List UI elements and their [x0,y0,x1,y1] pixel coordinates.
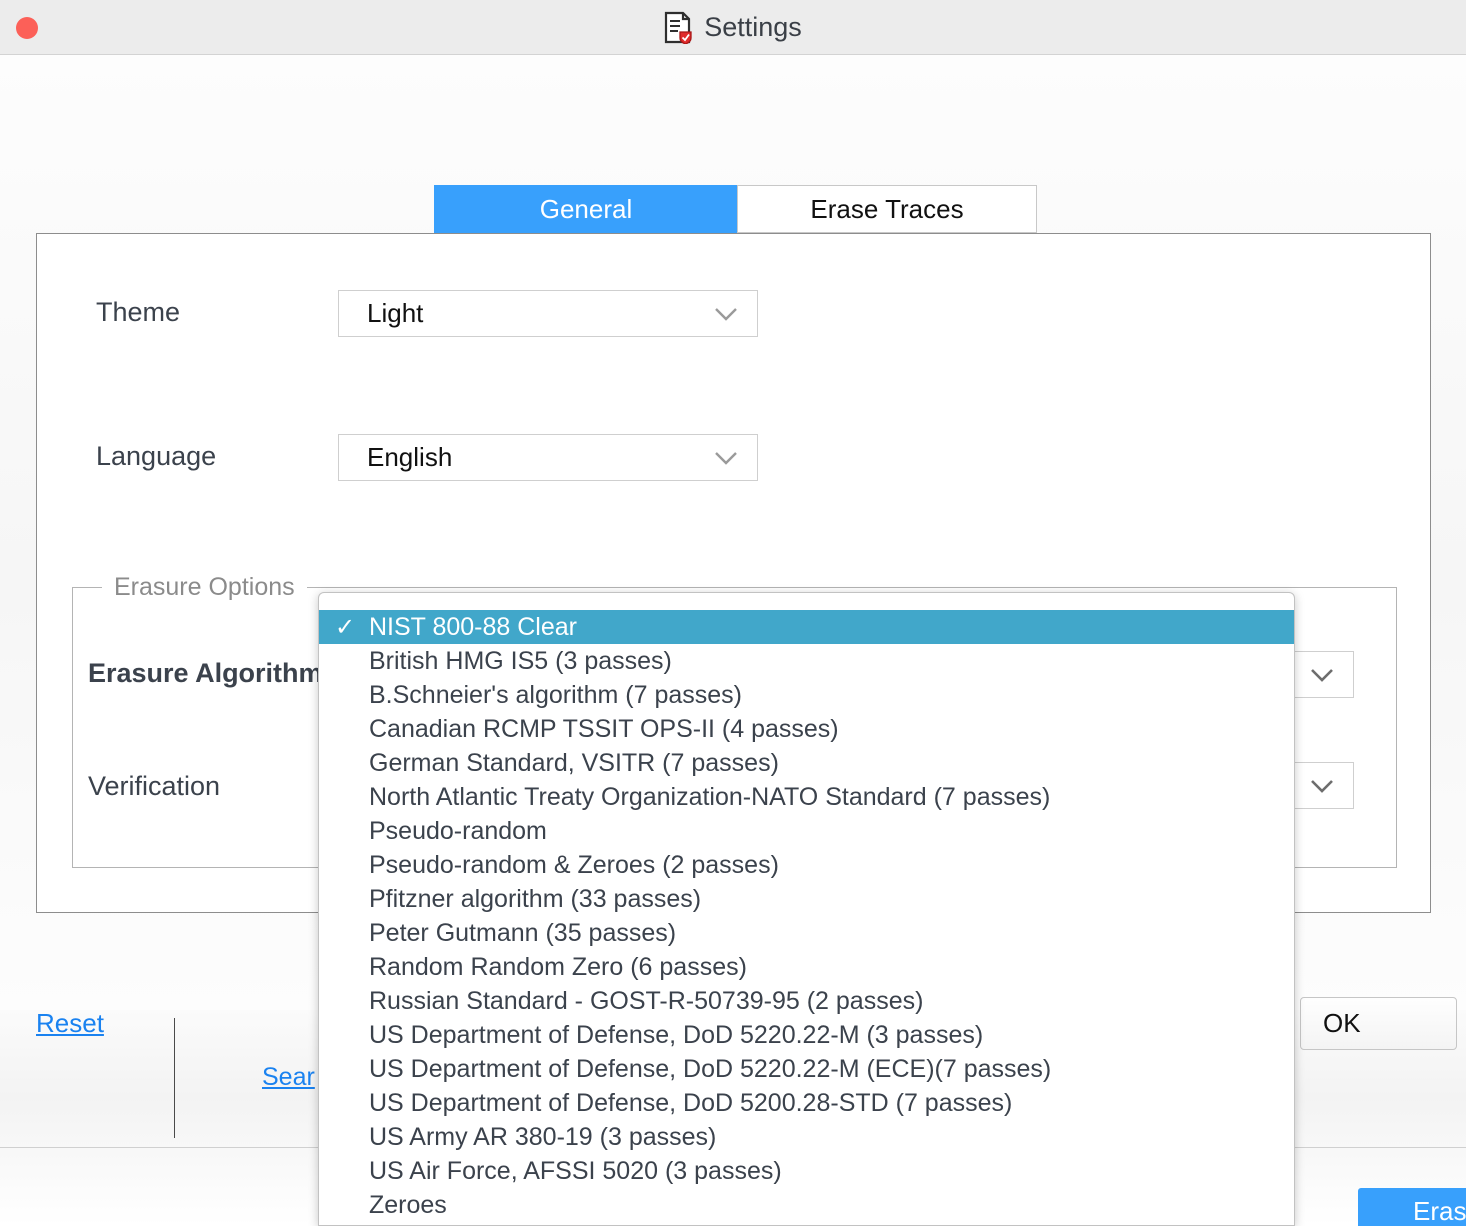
dropdown-option-label: Random Random Zero (6 passes) [369,952,747,981]
erasure-algorithm-dropdown-popup[interactable]: ✓ NIST 800-88 Clear British HMG IS5 (3 pas… [318,592,1295,1226]
dropdown-option-label: Peter Gutmann (35 passes) [369,918,677,947]
language-dropdown[interactable]: English [338,434,758,481]
dropdown-option-label: B.Schneier's algorithm (7 passes) [369,680,742,709]
dropdown-option[interactable]: Pseudo-random & Zeroes (2 passes) [319,848,1294,882]
dropdown-option[interactable]: US Department of Defense, DoD 5220.22-M … [319,1052,1294,1086]
dropdown-option-label: Pseudo-random [369,816,547,845]
dropdown-option-label: US Air Force, AFSSI 5020 (3 passes) [369,1156,782,1185]
ok-button[interactable]: OK [1300,997,1457,1050]
erasure-algorithm-label: Erasure Algorithm [88,658,323,688]
chevron-down-icon [1309,667,1335,683]
dropdown-option[interactable]: Peter Gutmann (35 passes) [319,916,1294,950]
dropdown-option-label: German Standard, VSITR (7 passes) [369,748,779,777]
dropdown-option-label: British HMG IS5 (3 passes) [369,646,672,675]
dropdown-option[interactable]: Pfitzner algorithm (33 passes) [319,882,1294,916]
dropdown-option[interactable]: Pseudo-random [319,814,1294,848]
dropdown-option-label: US Army AR 380-19 (3 passes) [369,1122,717,1151]
erasure-algorithm-dropdown[interactable] [1286,651,1354,698]
language-label: Language [96,441,217,471]
title-bar-content: Settings [0,0,1466,55]
dropdown-option-label: Canadian RCMP TSSIT OPS-II (4 passes) [369,714,839,743]
dropdown-option-label: Pseudo-random & Zeroes (2 passes) [369,850,779,879]
chevron-down-icon [1309,778,1335,794]
dropdown-option-label: US Department of Defense, DoD 5220.22-M … [369,1020,984,1049]
dropdown-option-label: Zeroes [369,1190,447,1219]
dropdown-option-label: Pfitzner algorithm (33 passes) [369,884,702,913]
dropdown-option-label: US Department of Defense, DoD 5200.28-ST… [369,1088,1013,1117]
dropdown-option[interactable]: Random Random Zero (6 passes) [319,950,1294,984]
dropdown-option-label: Russian Standard - GOST-R-50739-95 (2 pa… [369,986,924,1015]
document-shield-icon [664,11,693,45]
dropdown-option[interactable]: US Department of Defense, DoD 5200.28-ST… [319,1086,1294,1120]
dropdown-option[interactable]: US Department of Defense, DoD 5220.22-M … [319,1018,1294,1052]
verification-dropdown[interactable] [1286,762,1354,809]
settings-window: Sear Erase General Erase Traces Theme Li… [0,0,1466,1226]
tab-general[interactable]: General [434,185,738,233]
dropdown-option[interactable]: North Atlantic Treaty Organization-NATO … [319,780,1294,814]
theme-value: Light [367,298,424,328]
tab-erase-traces[interactable]: Erase Traces [737,185,1037,233]
dropdown-option[interactable]: ✓ NIST 800-88 Clear [319,610,1294,644]
check-icon: ✓ [335,613,356,641]
dropdown-option[interactable]: Zeroes [319,1188,1294,1222]
dropdown-option[interactable]: US Army AR 380-19 (3 passes) [319,1120,1294,1154]
dropdown-option[interactable]: US Air Force, AFSSI 5020 (3 passes) [319,1154,1294,1188]
dropdown-option[interactable]: Canadian RCMP TSSIT OPS-II (4 passes) [319,712,1294,746]
dropdown-option[interactable]: British HMG IS5 (3 passes) [319,644,1294,678]
dropdown-option[interactable]: Russian Standard - GOST-R-50739-95 (2 pa… [319,984,1294,1018]
search-link[interactable]: Sear [262,1063,315,1092]
window-title: Settings [704,12,802,42]
tab-bar: General Erase Traces [434,185,1037,233]
erasure-options-group-title: Erasure Options [102,573,307,602]
chevron-down-icon [713,306,739,322]
dropdown-option-label: NIST 800-88 Clear [369,612,577,641]
reset-link[interactable]: Reset [36,1008,104,1039]
theme-label: Theme [96,297,181,327]
dropdown-option[interactable]: B.Schneier's algorithm (7 passes) [319,678,1294,712]
chevron-down-icon [713,450,739,466]
erase-button[interactable]: Erase [1358,1188,1466,1226]
background-table-column-divider [174,1018,175,1138]
language-value: English [367,442,453,472]
theme-dropdown[interactable]: Light [338,290,758,337]
verification-label: Verification [88,771,221,801]
dropdown-option-label: US Department of Defense, DoD 5220.22-M … [369,1054,1052,1083]
dropdown-option-label: North Atlantic Treaty Organization-NATO … [369,782,1051,811]
dropdown-option[interactable]: German Standard, VSITR (7 passes) [319,746,1294,780]
